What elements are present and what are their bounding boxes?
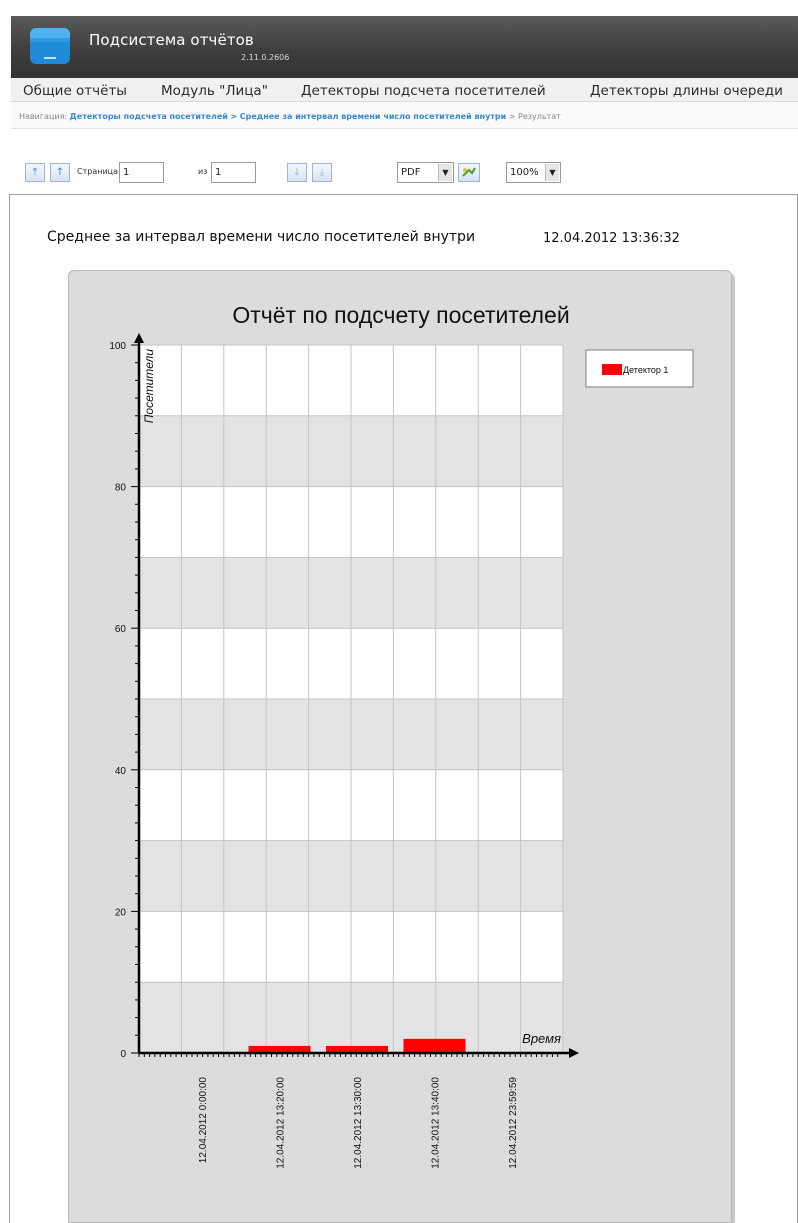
- menu-item-general-reports[interactable]: Общие отчёты: [23, 83, 127, 99]
- breadcrumb: Навигация: Детекторы подсчета посетителе…: [11, 103, 798, 129]
- page-of-label: из: [198, 167, 208, 176]
- prev-page-button[interactable]: ↑: [50, 163, 70, 182]
- chart-y-tick-label: 40: [115, 766, 127, 777]
- page-total-field: [211, 162, 256, 183]
- menu-item-queue-detectors[interactable]: Детекторы длины очереди: [590, 83, 783, 99]
- app-title: Подсистема отчётов: [89, 31, 254, 49]
- chart-x-tick-label: 12.04.2012 0:00:00: [198, 1077, 209, 1164]
- last-page-button[interactable]: ⤓: [312, 163, 332, 182]
- next-page-button[interactable]: ↓: [287, 163, 307, 182]
- report-timestamp: 12.04.2012 13:36:32: [543, 231, 680, 246]
- reports-folder-icon: [30, 28, 70, 64]
- main-menu: Общие отчёты Модуль "Лица" Детекторы под…: [11, 78, 798, 102]
- export-format-select[interactable]: PDF ▼: [397, 162, 454, 183]
- menu-item-faces-module[interactable]: Модуль "Лица": [161, 83, 268, 99]
- first-page-button[interactable]: ⤒: [25, 163, 45, 182]
- dropdown-arrow-icon: ▼: [438, 164, 452, 181]
- dropdown-arrow-icon: ▼: [545, 164, 559, 181]
- chart-x-axis-label: Время: [522, 1031, 561, 1046]
- chart-y-tick-label: 0: [120, 1049, 126, 1060]
- chart-legend-swatch: [602, 364, 622, 375]
- report-toolbar: ⤒ ↑ Страница из ↓ ⤓ PDF ▼ 100% ▼: [25, 162, 585, 184]
- chart-y-axis-label: Посетители: [142, 349, 156, 424]
- page-label: Страница: [77, 167, 119, 176]
- next-page-icon: ↓: [292, 167, 302, 178]
- visitor-count-chart: Отчёт по подсчету посетителей 12.04.2012 …: [109, 302, 694, 1169]
- app-version: 2.11.0.2606: [241, 53, 290, 62]
- chart-y-axis-arrow: [134, 333, 144, 343]
- breadcrumb-separator: >: [230, 112, 238, 121]
- chart-x-tick-label: 12.04.2012 13:40:00: [431, 1077, 442, 1169]
- menu-item-visitor-counters[interactable]: Детекторы подсчета посетителей: [301, 83, 546, 99]
- export-icon: [462, 167, 476, 177]
- zoom-select[interactable]: 100% ▼: [506, 162, 561, 183]
- chart-title: Отчёт по подсчету посетителей: [232, 302, 569, 328]
- chart-x-tick-label: 12.04.2012 23:59:59: [508, 1077, 519, 1169]
- chart-y-tick-label: 100: [109, 341, 126, 352]
- report-title: Среднее за интервал времени число посети…: [47, 229, 476, 245]
- breadcrumb-prefix: Навигация:: [19, 112, 68, 121]
- export-button[interactable]: [458, 163, 480, 182]
- breadcrumb-link-report[interactable]: Среднее за интервал времени число посети…: [240, 112, 507, 121]
- chart-x-axis-arrow: [569, 1048, 579, 1058]
- zoom-value: 100%: [510, 167, 539, 178]
- first-page-icon: ⤒: [32, 167, 38, 178]
- chart-x-tick-label: 12.04.2012 13:30:00: [353, 1077, 364, 1169]
- chart-panel: Отчёт по подсчету посетителей 12.04.2012 …: [68, 270, 732, 1223]
- chart-y-tick-label: 80: [115, 483, 127, 494]
- chart-y-tick-label: 60: [115, 624, 127, 635]
- breadcrumb-separator: >: [508, 112, 516, 121]
- app-header: Подсистема отчётов 2.11.0.2606: [11, 16, 798, 78]
- breadcrumb-current: Результат: [518, 112, 561, 121]
- page-number-input[interactable]: [119, 162, 164, 183]
- prev-page-icon: ↑: [55, 167, 65, 178]
- export-format-value: PDF: [401, 167, 421, 178]
- chart-x-tick-label: 12.04.2012 13:20:00: [276, 1077, 287, 1169]
- chart-y-tick-label: 20: [115, 907, 127, 918]
- breadcrumb-link-visitor-counters[interactable]: Детекторы подсчета посетителей: [70, 112, 228, 121]
- chart-bar: [403, 1038, 466, 1053]
- last-page-icon: ⤓: [319, 167, 325, 178]
- chart-legend-label: Детектор 1: [623, 365, 668, 375]
